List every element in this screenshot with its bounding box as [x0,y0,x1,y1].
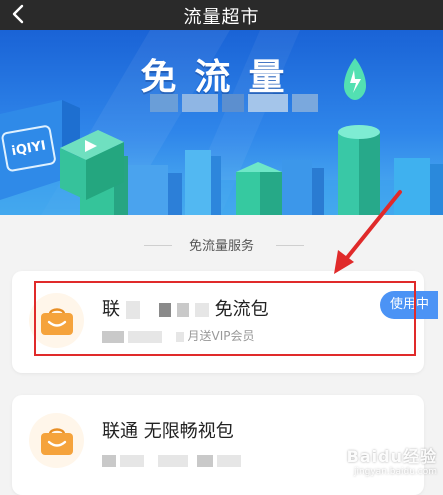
page-title: 流量超市 [183,7,260,28]
watermark-main: Baidu经验 [346,447,437,466]
package-icon-wrap [29,413,84,468]
redacted-text [119,454,144,467]
divider-line [144,245,172,246]
watermark-sub: jingyan.baidu.com [353,467,437,477]
banner-subtitle-redacted [150,94,325,114]
package-name: 联通 无限畅视包 [102,421,234,442]
highlight-box [34,281,416,356]
top-nav-bar: 流量超市 [0,0,443,30]
shopping-bag-icon [40,427,73,455]
annotation-arrow [334,190,402,274]
section-title: 免流量服务 [188,239,254,254]
divider-line [276,245,304,246]
redacted-text [157,454,188,467]
banner-title: 免流量 [140,57,303,98]
package-description [102,453,242,467]
redacted-text [217,454,242,467]
iqiyi-logo: iQIYI [0,124,62,177]
baidu-jingyan-watermark: Baidu经验 jingyan.baidu.com [322,443,437,483]
redacted-text [102,454,116,467]
redacted-text [197,454,214,467]
iqiyi-logo-text: iQIYI [10,137,48,159]
